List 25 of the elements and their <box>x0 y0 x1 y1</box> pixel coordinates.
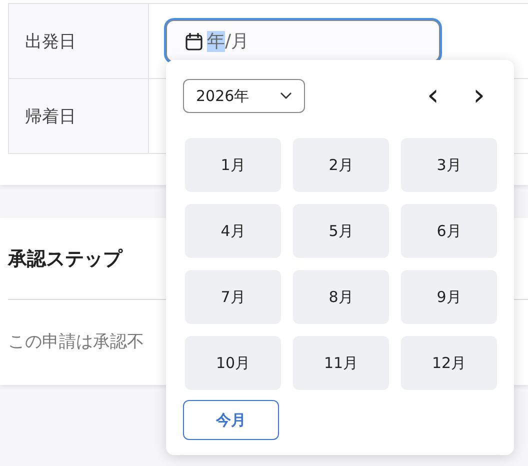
previous-button[interactable]: ‹ <box>421 81 445 111</box>
month-button[interactable]: 5月 <box>293 204 389 258</box>
month-button[interactable]: 7月 <box>185 270 281 324</box>
month-button[interactable]: 10月 <box>185 336 281 390</box>
month-button[interactable]: 1月 <box>185 138 281 192</box>
next-button[interactable]: › <box>467 81 491 111</box>
date-field[interactable]: 年/月 <box>166 20 440 62</box>
month-button[interactable]: 11月 <box>293 336 389 390</box>
chevron-down-icon <box>280 92 292 100</box>
month-button[interactable]: 2月 <box>293 138 389 192</box>
month-button[interactable]: 4月 <box>185 204 281 258</box>
date-segment[interactable]: 年 <box>207 31 225 52</box>
calendar-icon <box>185 32 203 50</box>
date-separator: / <box>225 31 232 52</box>
month-button[interactable]: 12月 <box>401 336 497 390</box>
approval-message: この申請は承認不 <box>8 331 145 353</box>
month-button[interactable]: 3月 <box>401 138 497 192</box>
year-select[interactable]: 2026年 <box>183 79 305 113</box>
field-label: 出発日 <box>9 4 149 78</box>
month-button[interactable]: 6月 <box>401 204 497 258</box>
field-label: 帰着日 <box>9 79 149 153</box>
this-month-button[interactable]: 今月 <box>183 400 279 440</box>
date-segment[interactable]: 月 <box>231 31 250 52</box>
month-button[interactable]: 9月 <box>401 270 497 324</box>
month-button[interactable]: 8月 <box>293 270 389 324</box>
